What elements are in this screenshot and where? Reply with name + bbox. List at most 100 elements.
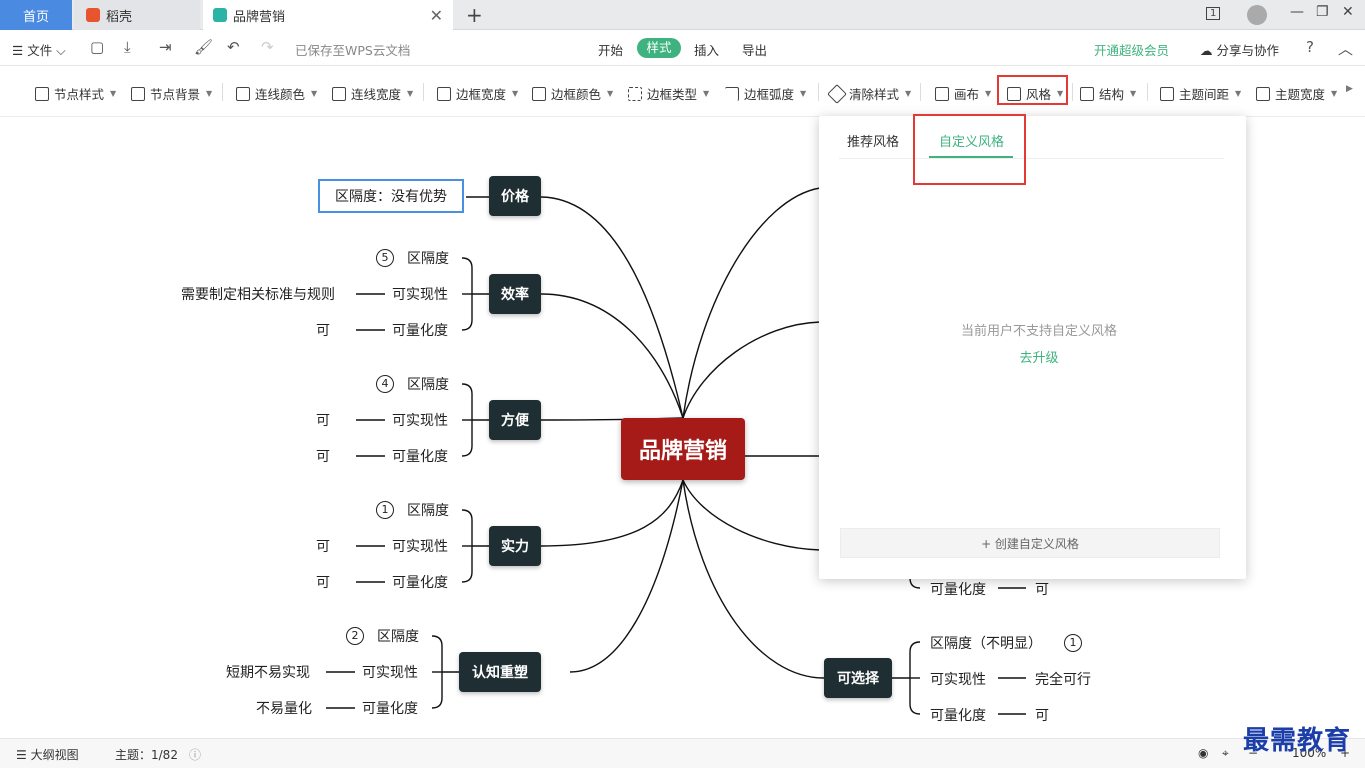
leaf-quantifiability[interactable]: 可量化度 [392,320,448,340]
topic-spacing-icon [1160,86,1174,101]
border-width-button[interactable]: 边框宽度 ▼ [437,84,518,103]
leaf-distinction[interactable]: 区隔度 [407,374,449,394]
window-count-icon[interactable]: 1 [1206,7,1221,20]
topic-width-button[interactable]: 主题宽度 ▼ [1256,84,1337,103]
save-status: 已保存至WPS云文档 [295,43,411,58]
clear-style-button[interactable]: 清除样式 ▼ [827,83,911,104]
border-radius-button[interactable]: 边框弧度 ▼ [725,84,806,103]
vip-link[interactable]: 开通超级会员 [1094,40,1169,59]
close-window-icon[interactable]: ✕ [1342,4,1354,20]
leaf-quantifiability-detail[interactable]: 可 [316,572,330,592]
tab-recommended-styles[interactable]: 推荐风格 [847,131,899,150]
canvas-label: 画布 [954,87,980,102]
leaf-quantifiability[interactable]: 可量化度 [392,572,448,592]
toolbar-scroll-right-icon[interactable]: ▶ [1346,84,1353,94]
tab-document-label: 品牌营销 [233,9,286,25]
help-icon[interactable]: ⓘ [189,746,201,763]
line-width-button[interactable]: 连线宽度 ▼ [332,84,413,103]
leaf-feasibility[interactable]: 可实现性 [392,410,448,430]
line-width-label: 连线宽度 [351,87,402,102]
save-icon[interactable]: ▢ [90,38,104,56]
leaf-feasibility-detail[interactable]: 短期不易实现 [226,662,310,682]
new-tab-icon[interactable]: + [466,3,483,27]
border-type-label: 边框类型 [647,87,698,102]
share-button[interactable]: ☁ 分享与协作 [1200,40,1279,59]
leaf-feasibility-detail[interactable]: 完全可行 [1035,669,1091,689]
undo-icon[interactable]: ↶ [227,38,240,56]
border-radius-label: 边框弧度 [744,87,795,102]
close-tab-icon[interactable]: ✕ [430,6,443,25]
border-color-button[interactable]: 边框颜色 ▼ [532,84,613,103]
central-topic[interactable]: 品牌营销 [621,418,745,480]
minimize-icon[interactable]: — [1290,4,1304,20]
menu-bar: ☰ 文件 ⌵ ▢ ⤓ ⇥ 🖌 ↶ ↷ 已保存至WPS云文档 开始 样式 插入 导… [0,30,1365,66]
outline-view-button[interactable]: ☰ 大纲视图 [16,746,79,763]
menu-tab-export[interactable]: 导出 [742,40,767,59]
leaf-feasibility-detail[interactable]: 可 [316,536,330,556]
leaf-quantifiability-detail[interactable]: 可 [1035,579,1049,599]
tab-daoke[interactable]: 稻壳 [74,0,200,30]
leaf-distinction[interactable]: 区隔度 [407,500,449,520]
topic-spacing-button[interactable]: 主题间距 ▼ [1160,84,1241,103]
leaf-quantifiability-detail[interactable]: 不易量化 [256,698,312,718]
leaf-quantifiability[interactable]: 可量化度 [930,579,986,599]
canvas-button[interactable]: 画布 ▼ [935,84,991,103]
collapse-icon[interactable]: ︿ [1338,38,1353,59]
leaf-quantifiability[interactable]: 可量化度 [930,705,986,725]
line-color-label: 连线颜色 [255,87,306,102]
topic-selectable[interactable]: 可选择 [824,658,892,698]
download-icon[interactable]: ⤓ [124,38,131,56]
menu-tab-start[interactable]: 开始 [598,40,623,59]
line-color-button[interactable]: 连线颜色 ▼ [236,84,317,103]
border-color-label: 边框颜色 [551,87,602,102]
avatar[interactable] [1247,5,1267,25]
leaf-feasibility[interactable]: 可实现性 [392,536,448,556]
menu-tab-insert[interactable]: 插入 [694,40,719,59]
border-type-button[interactable]: 边框类型 ▼ [628,84,709,103]
menu-tab-style[interactable]: 样式 [637,38,681,58]
tab-home[interactable]: 首页 [0,0,72,30]
upgrade-link[interactable]: 去升级 [819,347,1259,366]
topic-price[interactable]: 价格 [489,176,541,216]
format-painter-icon[interactable]: 🖌 [194,38,213,56]
eye-icon[interactable]: ◉ [1198,746,1208,760]
leaf-distinction[interactable]: 区隔度 [407,248,449,268]
border-width-icon [437,86,451,101]
node-style-button[interactable]: 节点样式 ▼ [35,84,116,103]
redo-icon[interactable]: ↷ [261,38,274,56]
locate-icon[interactable]: ⌖ [1222,746,1229,761]
leaf-feasibility-detail[interactable]: 可 [316,410,330,430]
topic-price-note[interactable]: 区隔度：没有优势 [318,179,464,213]
file-menu[interactable]: ☰ 文件 ⌵ [12,40,66,59]
tab-daoke-label: 稻壳 [106,9,133,25]
topic-convenience[interactable]: 方便 [489,400,541,440]
leaf-feasibility[interactable]: 可实现性 [362,662,418,682]
leaf-quantifiability-detail[interactable]: 可 [1035,705,1049,725]
leaf-distinction[interactable]: 区隔度 [377,626,419,646]
leaf-feasibility[interactable]: 可实现性 [930,669,986,689]
file-menu-label: 文件 [27,43,53,58]
structure-button[interactable]: 结构 ▼ [1080,84,1136,103]
topic-cognition-reshape[interactable]: 认知重塑 [459,652,541,692]
border-radius-icon [725,86,739,101]
leaf-quantifiability-detail[interactable]: 可 [316,446,330,466]
node-background-button[interactable]: 节点背景 ▼ [131,84,212,103]
divider [1147,83,1148,101]
export-icon[interactable]: ⇥ [159,38,172,56]
unsupported-message: 当前用户不支持自定义风格 [960,324,1117,339]
restore-icon[interactable]: ❐ [1316,4,1329,20]
help-icon[interactable]: ? [1306,38,1314,56]
tab-document[interactable]: 品牌营销 ✕ [203,0,453,30]
topic-strength[interactable]: 实力 [489,526,541,566]
leaf-feasibility[interactable]: 可实现性 [392,284,448,304]
priority-badge: 1 [1064,634,1082,652]
leaf-distinction[interactable]: 区隔度（不明显） [930,633,1042,653]
leaf-quantifiability[interactable]: 可量化度 [392,446,448,466]
topic-efficiency[interactable]: 效率 [489,274,541,314]
leaf-feasibility-detail[interactable]: 需要制定相关标准与规则 [181,284,335,304]
leaf-quantifiability[interactable]: 可量化度 [362,698,418,718]
create-custom-style-button[interactable]: + 创建自定义风格 [840,528,1220,558]
divider [1072,83,1073,101]
border-type-icon [628,86,642,101]
leaf-quantifiability-detail[interactable]: 可 [316,320,330,340]
